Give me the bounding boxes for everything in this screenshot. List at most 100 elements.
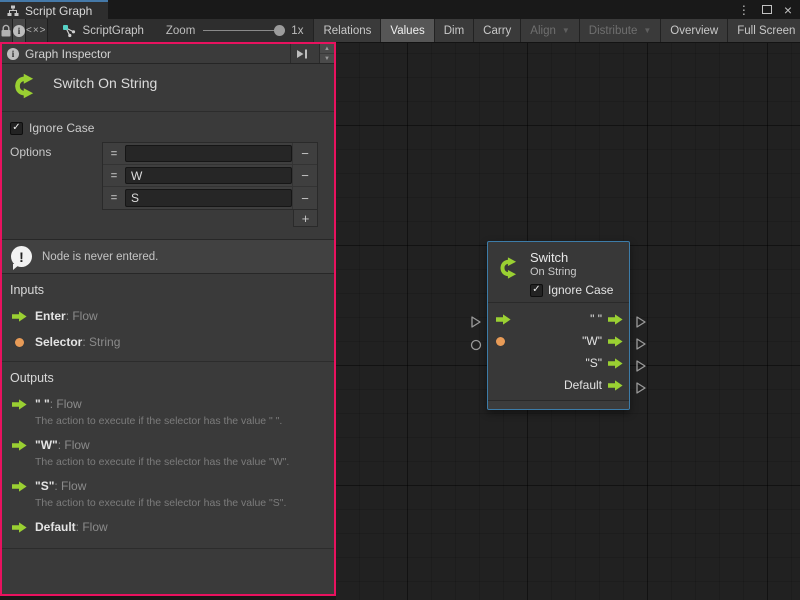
tab-script-graph[interactable]: Script Graph [0,0,108,19]
out-port-default[interactable] [635,381,647,395]
switch-on-string-node[interactable]: Switch On String ✓ Ignore Case " " [487,241,630,410]
flow-out-arrow-icon[interactable] [608,380,623,391]
selector-value-dot-icon[interactable] [496,337,505,346]
graph-breadcrumb[interactable]: ScriptGraph [48,19,156,42]
values-button[interactable]: Values [380,19,433,42]
port-label-default: Default [564,378,602,392]
inspector-title: Graph Inspector [25,47,111,61]
port-name: "W" [35,438,58,452]
relations-label: Relations [323,25,371,37]
port-type: : Flow [54,479,86,493]
inspector-toggle-button[interactable]: i [13,19,26,42]
zoom-slider[interactable] [203,30,283,31]
align-button[interactable]: Align ▼ [520,19,579,42]
flow-arrow-icon [12,440,27,451]
graph-canvas[interactable]: Switch On String ✓ Ignore Case " " [336,43,800,600]
node-inspector-title: Switch On String [2,64,334,111]
selector-port[interactable] [470,339,482,351]
option-input-2[interactable] [125,189,292,207]
node-footer [488,400,629,409]
inputs-header: Inputs [2,274,334,303]
port-type: : Flow [58,438,90,452]
list-item: = − [103,143,317,165]
lock-button[interactable] [0,19,13,42]
zoom-label: Zoom [166,25,195,37]
maximize-icon[interactable] [762,5,772,14]
lock-icon [0,24,12,38]
remove-option-button[interactable]: − [292,187,317,209]
ignore-case-label: Ignore Case [29,121,94,135]
enter-port[interactable] [470,315,482,329]
value-dot-icon [15,338,24,347]
fullscreen-button[interactable]: Full Screen [727,19,800,42]
node-port-row: "W" [488,330,629,352]
list-item: = − [103,165,317,187]
port-description: The action to execute if the selector ha… [35,497,326,510]
spinner-down-icon[interactable]: ▼ [320,53,334,63]
input-row-enter: Enter: Flow [2,303,334,329]
close-icon[interactable]: × [784,5,792,15]
port-description: The action to execute if the selector ha… [35,456,326,469]
panel-spinner: ▲ ▼ [319,44,334,63]
flow-in-arrow-icon[interactable] [496,314,511,325]
overview-button[interactable]: Overview [660,19,727,42]
options-block: Options = − = − = − [2,135,334,210]
tab-bar: Script Graph ⋮ × [0,0,800,19]
script-graph-tab-icon [7,5,19,17]
window-menu-icon[interactable]: ⋮ [738,3,750,17]
drag-handle-icon[interactable]: = [103,187,125,209]
switch-icon [496,255,522,281]
options-add-row: + [2,210,334,227]
graph-toolbar: i <×> ScriptGraph Zoom 1x Relations Valu… [0,19,800,43]
port-name: Selector [35,335,82,349]
port-label-s: "S" [585,356,602,370]
flow-arrow-icon [12,481,27,492]
node-body: " " "W" "S" [488,302,629,400]
zoom-value: 1x [291,25,303,37]
node-port-row: " " [488,308,629,330]
out-port-s[interactable] [635,359,647,373]
remove-option-button[interactable]: − [292,165,317,186]
port-type: : Flow [76,520,108,534]
drag-handle-icon[interactable]: = [103,165,125,186]
code-view-button[interactable]: <×> [26,19,48,42]
carry-button[interactable]: Carry [473,19,520,42]
node-ignore-case-label: Ignore Case [548,283,613,297]
list-item: = − [103,187,317,209]
port-name: Default [35,520,76,534]
option-input-0[interactable] [125,145,292,162]
spinner-up-icon[interactable]: ▲ [320,44,334,53]
code-icon: <×> [26,25,47,36]
distribute-label: Distribute [589,25,638,37]
add-option-button[interactable]: + [293,210,318,227]
options-label: Options [10,142,102,210]
graph-icon [62,24,76,38]
inspector-empty-area [2,548,334,594]
port-label-w: "W" [582,334,602,348]
overview-label: Overview [670,25,718,37]
flow-out-arrow-icon[interactable] [608,358,623,369]
dock-button[interactable] [290,44,313,63]
flow-arrow-icon [12,522,27,533]
port-type: : Flow [50,397,82,411]
out-port-w[interactable] [635,337,647,351]
node-ignore-case-checkbox[interactable]: ✓ [530,284,543,297]
align-label: Align [530,25,556,37]
remove-option-button[interactable]: − [292,143,317,164]
flow-out-arrow-icon[interactable] [608,336,623,347]
node-port-row: "S" [488,352,629,374]
relations-button[interactable]: Relations [313,19,380,42]
drag-handle-icon[interactable]: = [103,143,125,164]
output-row-default: Default: Flow [2,514,334,540]
switch-icon [10,71,40,101]
ignore-case-checkbox[interactable]: ✓ [10,122,23,135]
distribute-dropdown-icon: ▼ [643,26,651,35]
align-dropdown-icon: ▼ [562,26,570,35]
dim-button[interactable]: Dim [434,19,473,42]
option-input-1[interactable] [125,167,292,184]
distribute-button[interactable]: Distribute ▼ [579,19,661,42]
flow-out-arrow-icon[interactable] [608,314,623,325]
info-icon: i [7,48,19,60]
zoom-slider-knob[interactable] [274,25,285,36]
out-port-space[interactable] [635,315,647,329]
